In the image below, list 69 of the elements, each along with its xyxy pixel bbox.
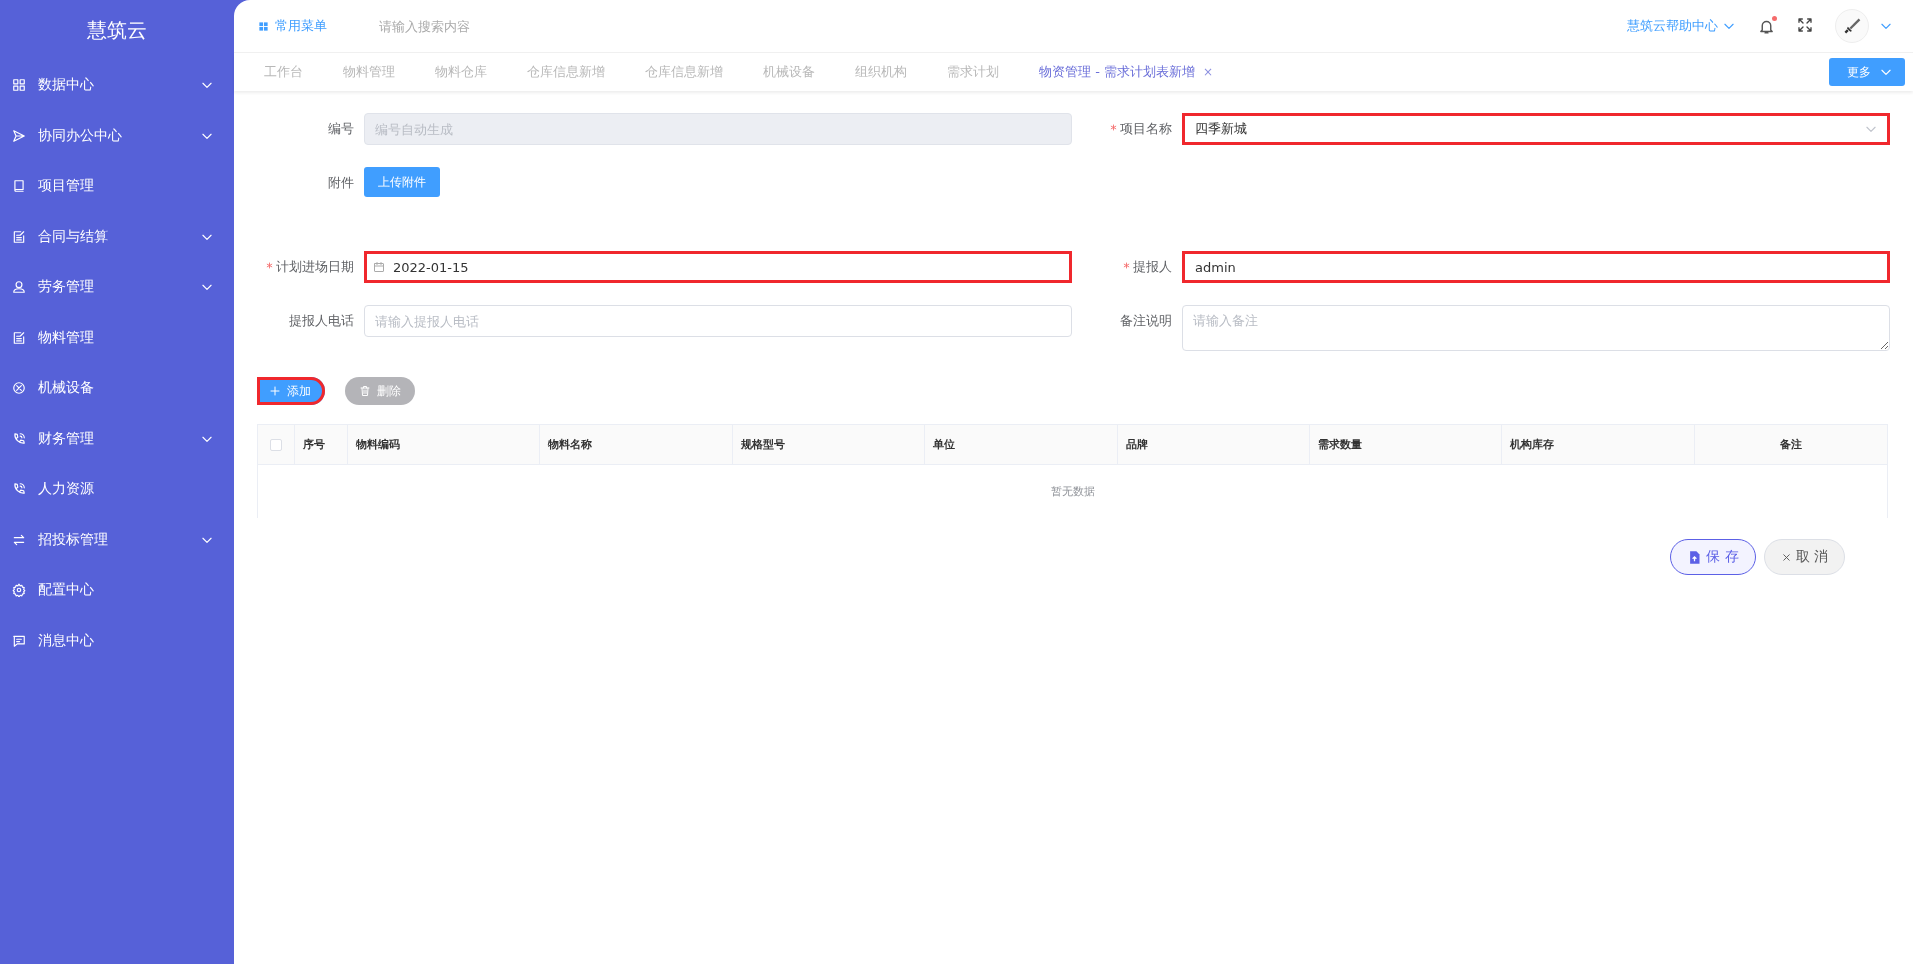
add-button[interactable]: 添加: [257, 377, 325, 405]
file-upload-icon: [1687, 549, 1703, 565]
paper-plane-icon: [12, 128, 26, 143]
column-header: 机构库存: [1510, 437, 1555, 452]
field-label: 编号: [328, 120, 354, 138]
close-icon: [1780, 551, 1792, 563]
phone-icon: [12, 482, 26, 497]
chat-icon: [12, 633, 26, 648]
common-menu-link[interactable]: 常用菜单: [258, 17, 327, 35]
book-icon: [12, 179, 26, 194]
sidebar-item[interactable]: 配置中心: [0, 565, 234, 616]
remarks-field[interactable]: 请输入备注: [1182, 305, 1890, 351]
select-field[interactable]: 四季新城: [1182, 113, 1890, 145]
document-edit-icon: [12, 229, 26, 244]
settings-icon: [12, 583, 26, 598]
column-header: 序号: [303, 437, 325, 452]
column-header: 物料编码: [356, 437, 400, 452]
sidebar-item[interactable]: 数据中心: [0, 60, 234, 111]
select-all-checkbox[interactable]: [270, 438, 282, 451]
required-asterisk-icon: [1110, 124, 1117, 131]
column-header: 规格型号: [740, 437, 785, 452]
tab[interactable]: 物资管理 - 需求计划表新增 ×: [1019, 53, 1234, 91]
grid-icon: [12, 78, 26, 93]
grid-icon: [258, 20, 269, 32]
sidebar-item[interactable]: 财务管理: [0, 413, 234, 464]
plus-icon: [269, 385, 281, 397]
sidebar-item[interactable]: 物料管理: [0, 312, 234, 363]
avatar[interactable]: [1835, 9, 1869, 43]
column-header: 需求数量: [1317, 437, 1362, 452]
field-label: 提报人: [1133, 258, 1172, 276]
sidebar-item[interactable]: 合同与结算: [0, 211, 234, 262]
close-tab-icon[interactable]: ×: [1202, 65, 1214, 79]
document-edit-icon: [12, 330, 26, 345]
field-label: 备注说明: [1120, 312, 1172, 330]
column-header: 品牌: [1125, 437, 1148, 452]
help-center-link[interactable]: 慧筑云帮助中心: [1627, 17, 1736, 35]
sword-icon: [1842, 16, 1862, 36]
required-asterisk-icon: [266, 262, 273, 269]
app-title: 慧筑云: [87, 16, 147, 44]
field-label: 提报人电话: [289, 312, 354, 330]
input-field[interactable]: 请输入提报人电话: [364, 305, 1072, 337]
fullscreen-icon[interactable]: [1797, 16, 1813, 33]
required-asterisk-icon: [1123, 262, 1130, 269]
user-icon: [12, 280, 26, 295]
field-label: 项目名称: [1120, 120, 1172, 138]
column-header: 备注: [1779, 437, 1802, 452]
swap-arrows-icon: [12, 532, 26, 547]
upload-button[interactable]: 上传附件: [364, 167, 440, 197]
trash-icon: [359, 385, 371, 397]
phone-icon: [12, 431, 26, 446]
sidebar-item[interactable]: 人力资源: [0, 464, 234, 515]
sidebar-item[interactable]: 劳务管理: [0, 262, 234, 313]
sidebar-item[interactable]: 机械设备: [0, 363, 234, 414]
cancel-button[interactable]: 取 消: [1763, 539, 1845, 575]
date-field[interactable]: 2022-01-15: [364, 251, 1072, 283]
calendar-icon: [373, 261, 385, 273]
sidebar-item[interactable]: 消息中心: [0, 615, 234, 666]
field-label: 附件: [328, 174, 354, 192]
input-field[interactable]: admin: [1182, 251, 1890, 283]
sidebar-item[interactable]: 招投标管理: [0, 514, 234, 565]
column-header: 物料名称: [548, 437, 593, 452]
save-button[interactable]: 保 存: [1670, 539, 1756, 575]
field-label: 计划进场日期: [276, 258, 354, 276]
sidebar-item[interactable]: 协同办公中心: [0, 110, 234, 161]
more-button[interactable]: 更多: [1829, 58, 1905, 86]
circle-x-icon: [12, 381, 26, 396]
sidebar-item[interactable]: 项目管理: [0, 161, 234, 212]
column-header: 单位: [933, 437, 956, 452]
empty-message: 暂无数据: [1050, 484, 1095, 499]
